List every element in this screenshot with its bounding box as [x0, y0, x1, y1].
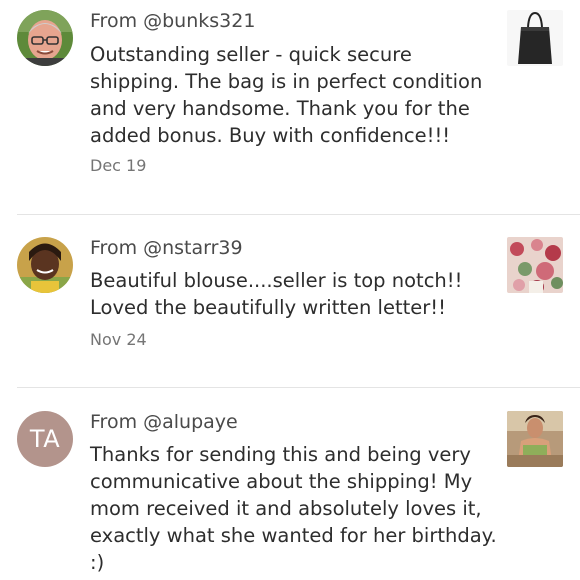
- review-text-line: shipping. The bag is in perfect conditio…: [90, 70, 483, 93]
- review-text-line: Outstanding seller - quick secure: [90, 43, 412, 66]
- review-text-line: :): [90, 551, 105, 574]
- reviewer-avatar[interactable]: [17, 237, 73, 293]
- review-text-line: Beautiful blouse....seller is top notch!…: [90, 269, 463, 292]
- reviewer-avatar[interactable]: TA: [17, 411, 73, 467]
- review-author[interactable]: From @bunks321: [90, 10, 255, 32]
- reviewer-avatar[interactable]: [17, 10, 73, 66]
- review-item: From @nstarr39 Beautiful blouse....selle…: [0, 236, 580, 388]
- divider: [17, 387, 580, 388]
- review-text-line: and very handsome. Thank you for the: [90, 97, 470, 120]
- review-date: Nov 24: [90, 330, 147, 349]
- review-author[interactable]: From @nstarr39: [90, 237, 243, 259]
- item-thumbnail[interactable]: [507, 10, 563, 66]
- bag-image: [507, 10, 563, 66]
- review-author[interactable]: From @alupaye: [90, 411, 238, 433]
- avatar-photo: [17, 10, 73, 66]
- review-text-line: Loved the beautifully written letter!!: [90, 296, 446, 319]
- review-text-line: added bonus. Buy with confidence!!!: [90, 124, 451, 147]
- avatar-photo: [17, 237, 73, 293]
- blouse-image: [507, 237, 563, 293]
- review-item: From @bunks321 Outstanding seller - quic…: [0, 0, 580, 214]
- review-text-line: Thanks for sending this and being very: [90, 443, 471, 466]
- clothing-photo-image: [507, 411, 563, 467]
- review-item: TA From @alupaye Thanks for sending this…: [0, 410, 580, 580]
- divider: [17, 214, 580, 215]
- item-thumbnail[interactable]: [507, 237, 563, 293]
- item-thumbnail[interactable]: [507, 411, 563, 467]
- review-text-line: communicative about the shipping! My: [90, 470, 473, 493]
- review-text-line: mom received it and absolutely loves it,: [90, 497, 482, 520]
- avatar-initials: TA: [29, 425, 61, 453]
- review-text: Outstanding seller - quick secure shippi…: [90, 41, 485, 149]
- review-text: Beautiful blouse....seller is top notch!…: [90, 267, 485, 321]
- review-date: Dec 19: [90, 156, 147, 175]
- review-text-line: exactly what she wanted for her birthday…: [90, 524, 497, 547]
- review-text: Thanks for sending this and being very c…: [90, 441, 497, 576]
